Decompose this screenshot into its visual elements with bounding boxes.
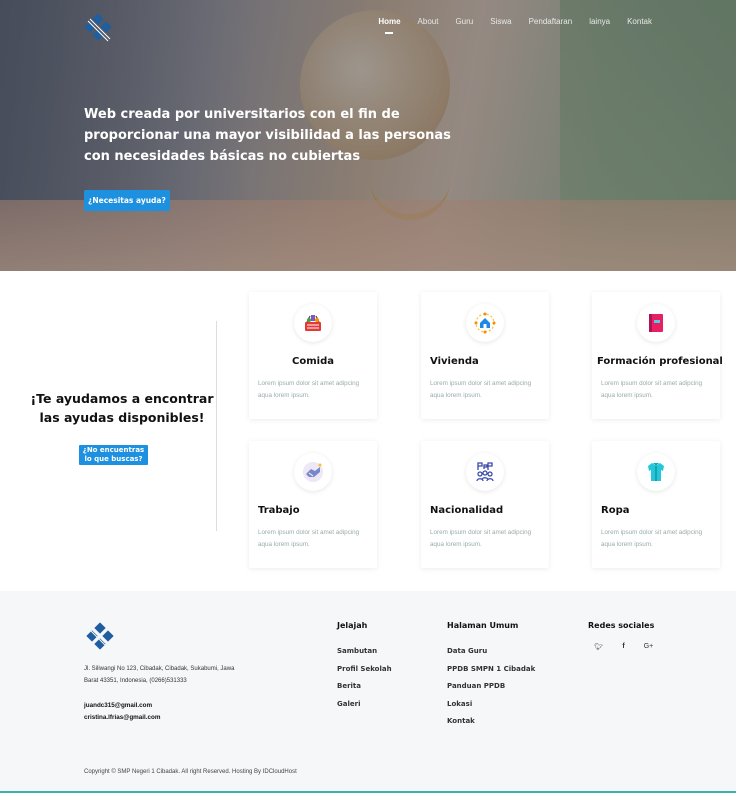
footer-halaman: Halaman Umum Data Guru PPDB SMPN 1 Cibad… [447,621,535,731]
footer-link[interactable]: PPDB SMPN 1 Cibadak [447,661,535,679]
book-icon [637,304,675,342]
nav-pendaftaran[interactable]: Pendaftaran [529,17,573,29]
email-link[interactable]: cristina.lfrias@gmail.com [84,712,160,724]
footer-jelajah: Jelajah Sambutan Profil Sekolah Berita G… [337,621,392,713]
footer-emails: juandc315@gmail.com cristina.lfrias@gmai… [84,700,160,724]
card-title: Comida [292,356,334,367]
main-nav: Home About Guru Siswa Pendaftaran lainya… [378,17,652,34]
card-text: Lorem ipsum dolor sit amet adipcing aqua… [430,529,532,548]
footer-heading: Halaman Umum [447,621,519,630]
footer-heading: Jelajah [337,621,368,630]
nav-kontak[interactable]: Kontak [627,17,652,29]
card-text: Lorem ipsum dolor sit amet adipcing aqua… [601,380,703,399]
shirt-icon [637,453,675,491]
card-comida[interactable]: Comida Lorem ipsum dolor sit amet adipci… [249,292,377,419]
email-link[interactable]: juandc315@gmail.com [84,700,160,712]
google-plus-icon[interactable]: G+ [643,643,654,651]
footer-link[interactable]: Galeri [337,696,392,714]
people-flags-icon [466,453,504,491]
footer-link[interactable]: Berita [337,678,392,696]
footer-link[interactable]: Profil Sekolah [337,661,392,679]
footer-logo-icon[interactable] [84,622,116,654]
footer-link[interactable]: Lokasi [447,696,535,714]
card-formacion[interactable]: Formación profesional Lorem ipsum dolor … [592,292,723,419]
help-title: ¡Te ayudamos a encontrar las ayudas disp… [30,391,214,425]
card-title: Vivienda [430,356,479,367]
nav-home[interactable]: Home [378,17,401,34]
footer-link[interactable]: Kontak [447,713,535,731]
card-text: Lorem ipsum dolor sit amet adipcing aqua… [258,529,360,548]
nav-guru[interactable]: Guru [455,17,473,29]
house-network-icon [466,304,504,342]
not-found-button[interactable]: ¿No encuentras lo que buscas? [79,445,148,465]
facebook-icon[interactable]: f [618,643,629,651]
copyright: Copyright © SMP Negeri 1 Cibadak. All ri… [84,769,297,775]
card-ropa[interactable]: Ropa Lorem ipsum dolor sit amet adipcing… [592,441,720,568]
handshake-icon [294,453,332,491]
footer-heading: Redes sociales [588,621,655,630]
footer-link[interactable]: Data Guru [447,643,535,661]
food-basket-icon [294,304,332,342]
footer-link[interactable]: Panduan PPDB [447,678,535,696]
footer-social: Redes sociales 🐦︎ f G+ [588,621,654,651]
card-text: Lorem ipsum dolor sit amet adipcing aqua… [601,529,703,548]
card-vivienda[interactable]: Vivienda Lorem ipsum dolor sit amet adip… [421,292,549,419]
divider [216,321,217,531]
hero-banner: Home About Guru Siswa Pendaftaran lainya… [0,0,736,271]
card-text: Lorem ipsum dolor sit amet adipcing aqua… [258,380,360,399]
nav-siswa[interactable]: Siswa [490,17,511,29]
nav-about[interactable]: About [418,17,439,29]
logo-icon[interactable] [82,13,114,45]
card-nacionalidad[interactable]: Nacionalidad Lorem ipsum dolor sit amet … [421,441,549,568]
card-trabajo[interactable]: Trabajo Lorem ipsum dolor sit amet adipc… [249,441,377,568]
nav-lainya[interactable]: lainya [589,17,610,29]
footer-address: Jl. Siliwangi No 123, Cibadak, Cibadak, … [84,666,235,684]
card-text: Lorem ipsum dolor sit amet adipcing aqua… [430,380,532,399]
footer: Jl. Siliwangi No 123, Cibadak, Cibadak, … [0,591,736,793]
footer-link[interactable]: Sambutan [337,643,392,661]
card-title: Nacionalidad [430,505,504,516]
help-button[interactable]: ¿Necesitas ayuda? [84,190,170,211]
help-section: ¡Te ayudamos a encontrar las ayudas disp… [0,271,736,591]
card-title: Trabajo [258,505,300,516]
twitter-icon[interactable]: 🐦︎ [593,643,604,651]
hero-headline: Web creada por universitarios con el fin… [84,107,451,164]
card-title: Ropa [601,505,630,516]
card-title: Formación profesional [597,356,723,367]
